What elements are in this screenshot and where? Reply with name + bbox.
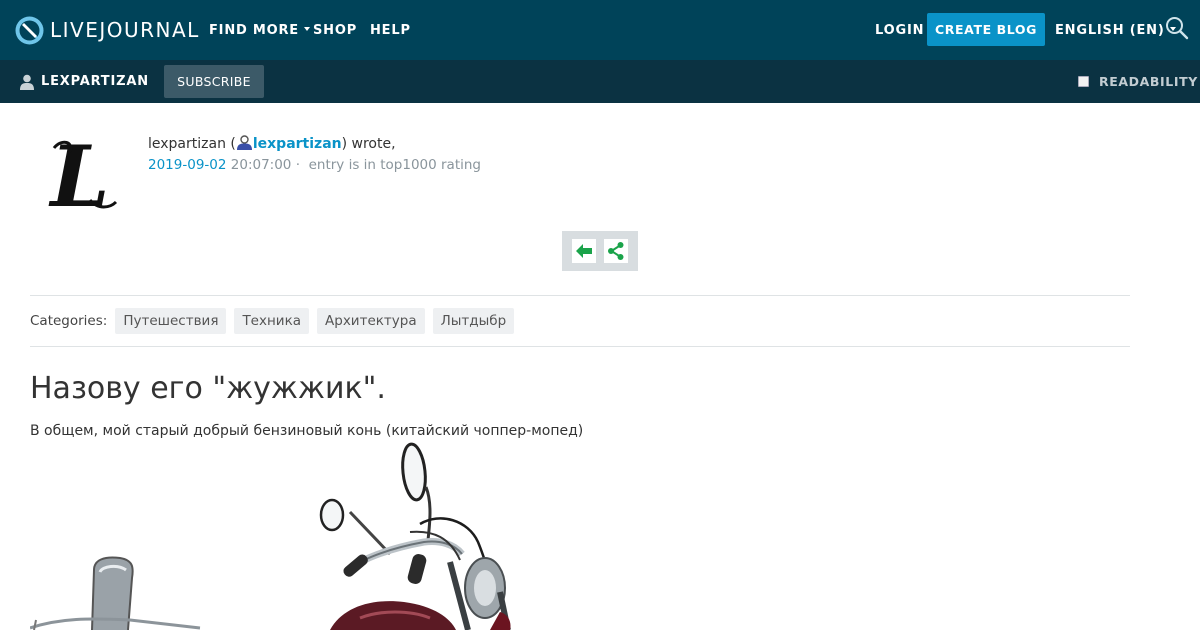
entry-byline: lexpartizan ( lexpartizan) wrote, xyxy=(148,135,396,152)
wrote-text: ) wrote, xyxy=(341,136,396,152)
author-plain: lexpartizan ( xyxy=(148,136,236,152)
share-button[interactable] xyxy=(604,239,628,263)
language-label: ENGLISH (EN) xyxy=(1055,22,1165,38)
nav-shop[interactable]: SHOP xyxy=(313,0,357,60)
journal-user-link[interactable]: LEXPARTIZAN xyxy=(20,60,149,103)
readability-label: READABILITY xyxy=(1099,74,1198,89)
share-icon xyxy=(608,242,624,260)
back-button[interactable] xyxy=(572,239,596,263)
language-selector[interactable]: ENGLISH (EN) xyxy=(1055,0,1176,60)
livejournal-logo[interactable]: LIVEJOURNAL xyxy=(15,14,200,46)
readability-toggle[interactable]: READABILITY xyxy=(1078,60,1198,103)
search-icon[interactable] xyxy=(1164,15,1190,41)
nav-find-more[interactable]: FIND MORE xyxy=(209,0,310,60)
login-label: LOGIN xyxy=(875,22,925,38)
category-tag[interactable]: Лытдыбр xyxy=(432,308,515,334)
user-icon xyxy=(20,74,34,90)
login-link[interactable]: LOGIN xyxy=(875,0,924,60)
motorcycle-photo[interactable] xyxy=(30,442,550,630)
categories-label: Categories: xyxy=(30,313,108,329)
entry-rating[interactable]: entry is in top1000 rating xyxy=(309,157,481,173)
readability-checkbox[interactable] xyxy=(1078,76,1089,87)
entry-actions xyxy=(562,231,638,271)
category-tag[interactable]: Техника xyxy=(234,308,310,334)
chevron-down-icon xyxy=(304,27,310,31)
logo-wordmark: LIVEJOURNAL xyxy=(50,18,200,42)
nav-help-label: HELP xyxy=(370,22,411,38)
entry-lede: В общем, мой старый добрый бензиновый ко… xyxy=(30,423,584,439)
create-blog-button[interactable]: CREATE BLOG xyxy=(927,13,1045,46)
author-link[interactable]: lexpartizan xyxy=(253,136,342,152)
category-tag[interactable]: Архитектура xyxy=(317,308,425,334)
entry-title: Назову его "жужжик". xyxy=(30,371,386,406)
nav-shop-label: SHOP xyxy=(313,22,358,38)
divider xyxy=(30,295,1130,296)
entry-time: 20:07:00 · xyxy=(230,157,300,173)
journal-name: LEXPARTIZAN xyxy=(41,74,149,89)
category-tag[interactable]: Путешествия xyxy=(115,308,227,334)
user-icon xyxy=(236,135,252,150)
subscribe-button[interactable]: SUBSCRIBE xyxy=(164,65,264,98)
arrow-left-icon xyxy=(576,244,592,258)
avatar[interactable]: L xyxy=(40,130,120,218)
entry-meta: 2019-09-02 20:07:00 · entry is in top100… xyxy=(148,157,481,173)
nav-help[interactable]: HELP xyxy=(370,0,411,60)
divider xyxy=(30,346,1130,347)
nav-find-more-label: FIND MORE xyxy=(209,22,299,38)
entry-date[interactable]: 2019-09-02 xyxy=(148,157,226,173)
categories: Categories: Путешествия Техника Архитект… xyxy=(30,308,522,334)
livejournal-logo-icon xyxy=(15,16,44,44)
